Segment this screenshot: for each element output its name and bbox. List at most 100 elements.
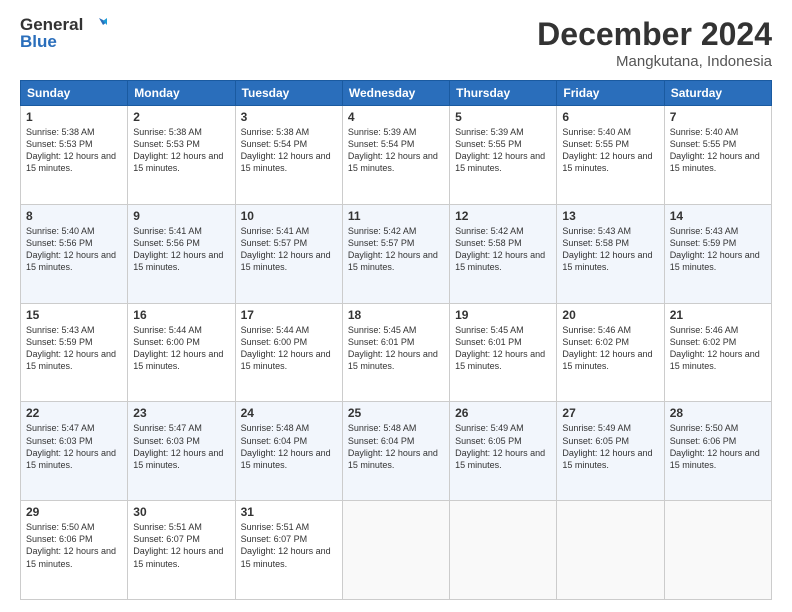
day-info: Sunrise: 5:43 AMSunset: 5:58 PMDaylight:… [562, 225, 658, 274]
week-row-3: 15Sunrise: 5:43 AMSunset: 5:59 PMDayligh… [21, 303, 772, 402]
day-number: 17 [241, 308, 337, 322]
day-number: 6 [562, 110, 658, 124]
day-number: 12 [455, 209, 551, 223]
day-cell: 16 Sunrise: 5:44 AMSunset: 6:00 PMDayligh… [128, 303, 235, 402]
day-cell: 20Sunrise: 5:46 AMSunset: 6:02 PMDayligh… [557, 303, 664, 402]
logo-container: General Blue [20, 16, 107, 51]
day-number: 27 [562, 406, 658, 420]
day-cell: 1Sunrise: 5:38 AMSunset: 5:53 PMDaylight… [21, 106, 128, 205]
day-info: Sunrise: 5:49 AMSunset: 6:05 PMDaylight:… [562, 422, 658, 471]
day-cell: 12 Sunrise: 5:42 AMSunset: 5:58 PMDayligh… [450, 204, 557, 303]
day-cell: 18 Sunrise: 5:45 AMSunset: 6:01 PMDayligh… [342, 303, 449, 402]
day-info: Sunrise: 5:45 AMSunset: 6:01 PMDaylight:… [455, 324, 551, 373]
day-cell: 13 Sunrise: 5:43 AMSunset: 5:58 PMDayligh… [557, 204, 664, 303]
day-number: 11 [348, 209, 444, 223]
day-number: 8 [26, 209, 122, 223]
day-number: 3 [241, 110, 337, 124]
day-number: 7 [670, 110, 766, 124]
day-cell: 15Sunrise: 5:43 AMSunset: 5:59 PMDayligh… [21, 303, 128, 402]
day-number: 4 [348, 110, 444, 124]
day-info: Sunrise: 5:44 AMSunset: 6:00 PMDaylight:… [133, 324, 229, 373]
day-cell: 17 Sunrise: 5:44 AMSunset: 6:00 PMDayligh… [235, 303, 342, 402]
day-cell: 9 Sunrise: 5:41 AMSunset: 5:56 PMDaylight… [128, 204, 235, 303]
day-number: 26 [455, 406, 551, 420]
day-cell: 4 Sunrise: 5:39 AMSunset: 5:54 PMDaylight… [342, 106, 449, 205]
day-number: 25 [348, 406, 444, 420]
day-info: Sunrise: 5:44 AMSunset: 6:00 PMDaylight:… [241, 324, 337, 373]
day-cell: 26 Sunrise: 5:49 AMSunset: 6:05 PMDayligh… [450, 402, 557, 501]
week-row-4: 22Sunrise: 5:47 AMSunset: 6:03 PMDayligh… [21, 402, 772, 501]
day-info: Sunrise: 5:38 AMSunset: 5:54 PMDaylight:… [241, 126, 337, 175]
day-cell [557, 501, 664, 600]
day-info: Sunrise: 5:48 AMSunset: 6:04 PMDaylight:… [241, 422, 337, 471]
day-info: Sunrise: 5:45 AMSunset: 6:01 PMDaylight:… [348, 324, 444, 373]
day-number: 23 [133, 406, 229, 420]
day-cell: 3 Sunrise: 5:38 AMSunset: 5:54 PMDaylight… [235, 106, 342, 205]
day-cell: 22Sunrise: 5:47 AMSunset: 6:03 PMDayligh… [21, 402, 128, 501]
day-info: Sunrise: 5:42 AMSunset: 5:57 PMDaylight:… [348, 225, 444, 274]
calendar-page: General Blue December 2024 Mangkutana, I… [0, 0, 792, 612]
day-number: 10 [241, 209, 337, 223]
day-cell: 14 Sunrise: 5:43 AMSunset: 5:59 PMDayligh… [664, 204, 771, 303]
day-cell: 10 Sunrise: 5:41 AMSunset: 5:57 PMDayligh… [235, 204, 342, 303]
logo-bird-icon [85, 16, 107, 34]
day-info: Sunrise: 5:50 AMSunset: 6:06 PMDaylight:… [670, 422, 766, 471]
day-cell: 21Sunrise: 5:46 AMSunset: 6:02 PMDayligh… [664, 303, 771, 402]
day-number: 16 [133, 308, 229, 322]
day-number: 14 [670, 209, 766, 223]
day-cell: 6 Sunrise: 5:40 AMSunset: 5:55 PMDaylight… [557, 106, 664, 205]
dow-header-wednesday: Wednesday [342, 81, 449, 106]
calendar-title: December 2024 [537, 16, 772, 53]
day-info: Sunrise: 5:42 AMSunset: 5:58 PMDaylight:… [455, 225, 551, 274]
logo: General Blue [20, 16, 107, 51]
day-cell: 8 Sunrise: 5:40 AMSunset: 5:56 PMDaylight… [21, 204, 128, 303]
day-info: Sunrise: 5:46 AMSunset: 6:02 PMDaylight:… [670, 324, 766, 373]
day-info: Sunrise: 5:41 AMSunset: 5:57 PMDaylight:… [241, 225, 337, 274]
dow-header-sunday: Sunday [21, 81, 128, 106]
day-info: Sunrise: 5:51 AMSunset: 6:07 PMDaylight:… [241, 521, 337, 570]
day-cell: 25 Sunrise: 5:48 AMSunset: 6:04 PMDayligh… [342, 402, 449, 501]
day-cell: 5Sunrise: 5:39 AMSunset: 5:55 PMDaylight… [450, 106, 557, 205]
day-number: 19 [455, 308, 551, 322]
logo-blue: Blue [20, 33, 57, 52]
day-number: 1 [26, 110, 122, 124]
day-cell: 11 Sunrise: 5:42 AMSunset: 5:57 PMDayligh… [342, 204, 449, 303]
day-cell: 28 Sunrise: 5:50 AMSunset: 6:06 PMDayligh… [664, 402, 771, 501]
day-info: Sunrise: 5:50 AMSunset: 6:06 PMDaylight:… [26, 521, 122, 570]
day-cell: 7 Sunrise: 5:40 AMSunset: 5:55 PMDaylight… [664, 106, 771, 205]
day-info: Sunrise: 5:49 AMSunset: 6:05 PMDaylight:… [455, 422, 551, 471]
day-number: 29 [26, 505, 122, 519]
day-info: Sunrise: 5:40 AMSunset: 5:56 PMDaylight:… [26, 225, 122, 274]
calendar-body: 1Sunrise: 5:38 AMSunset: 5:53 PMDaylight… [21, 106, 772, 600]
day-cell: 27 Sunrise: 5:49 AMSunset: 6:05 PMDayligh… [557, 402, 664, 501]
dow-header-thursday: Thursday [450, 81, 557, 106]
title-block: December 2024 Mangkutana, Indonesia [537, 16, 772, 70]
day-number: 28 [670, 406, 766, 420]
day-cell: 29 Sunrise: 5:50 AMSunset: 6:06 PMDayligh… [21, 501, 128, 600]
day-of-week-row: SundayMondayTuesdayWednesdayThursdayFrid… [21, 81, 772, 106]
day-info: Sunrise: 5:41 AMSunset: 5:56 PMDaylight:… [133, 225, 229, 274]
day-cell: 19 Sunrise: 5:45 AMSunset: 6:01 PMDayligh… [450, 303, 557, 402]
day-cell: 30Sunrise: 5:51 AMSunset: 6:07 PMDayligh… [128, 501, 235, 600]
week-row-2: 8 Sunrise: 5:40 AMSunset: 5:56 PMDaylight… [21, 204, 772, 303]
day-number: 31 [241, 505, 337, 519]
day-number: 13 [562, 209, 658, 223]
day-info: Sunrise: 5:43 AMSunset: 5:59 PMDaylight:… [26, 324, 122, 373]
day-info: Sunrise: 5:47 AMSunset: 6:03 PMDaylight:… [133, 422, 229, 471]
day-info: Sunrise: 5:48 AMSunset: 6:04 PMDaylight:… [348, 422, 444, 471]
day-cell: 2Sunrise: 5:38 AMSunset: 5:53 PMDaylight… [128, 106, 235, 205]
week-row-5: 29 Sunrise: 5:50 AMSunset: 6:06 PMDayligh… [21, 501, 772, 600]
dow-header-friday: Friday [557, 81, 664, 106]
calendar-table: SundayMondayTuesdayWednesdayThursdayFrid… [20, 80, 772, 600]
day-number: 9 [133, 209, 229, 223]
day-info: Sunrise: 5:47 AMSunset: 6:03 PMDaylight:… [26, 422, 122, 471]
header: General Blue December 2024 Mangkutana, I… [20, 16, 772, 70]
day-number: 18 [348, 308, 444, 322]
day-info: Sunrise: 5:40 AMSunset: 5:55 PMDaylight:… [562, 126, 658, 175]
day-info: Sunrise: 5:43 AMSunset: 5:59 PMDaylight:… [670, 225, 766, 274]
calendar-subtitle: Mangkutana, Indonesia [537, 53, 772, 70]
day-info: Sunrise: 5:39 AMSunset: 5:54 PMDaylight:… [348, 126, 444, 175]
day-cell: 23 Sunrise: 5:47 AMSunset: 6:03 PMDayligh… [128, 402, 235, 501]
day-info: Sunrise: 5:39 AMSunset: 5:55 PMDaylight:… [455, 126, 551, 175]
day-info: Sunrise: 5:40 AMSunset: 5:55 PMDaylight:… [670, 126, 766, 175]
